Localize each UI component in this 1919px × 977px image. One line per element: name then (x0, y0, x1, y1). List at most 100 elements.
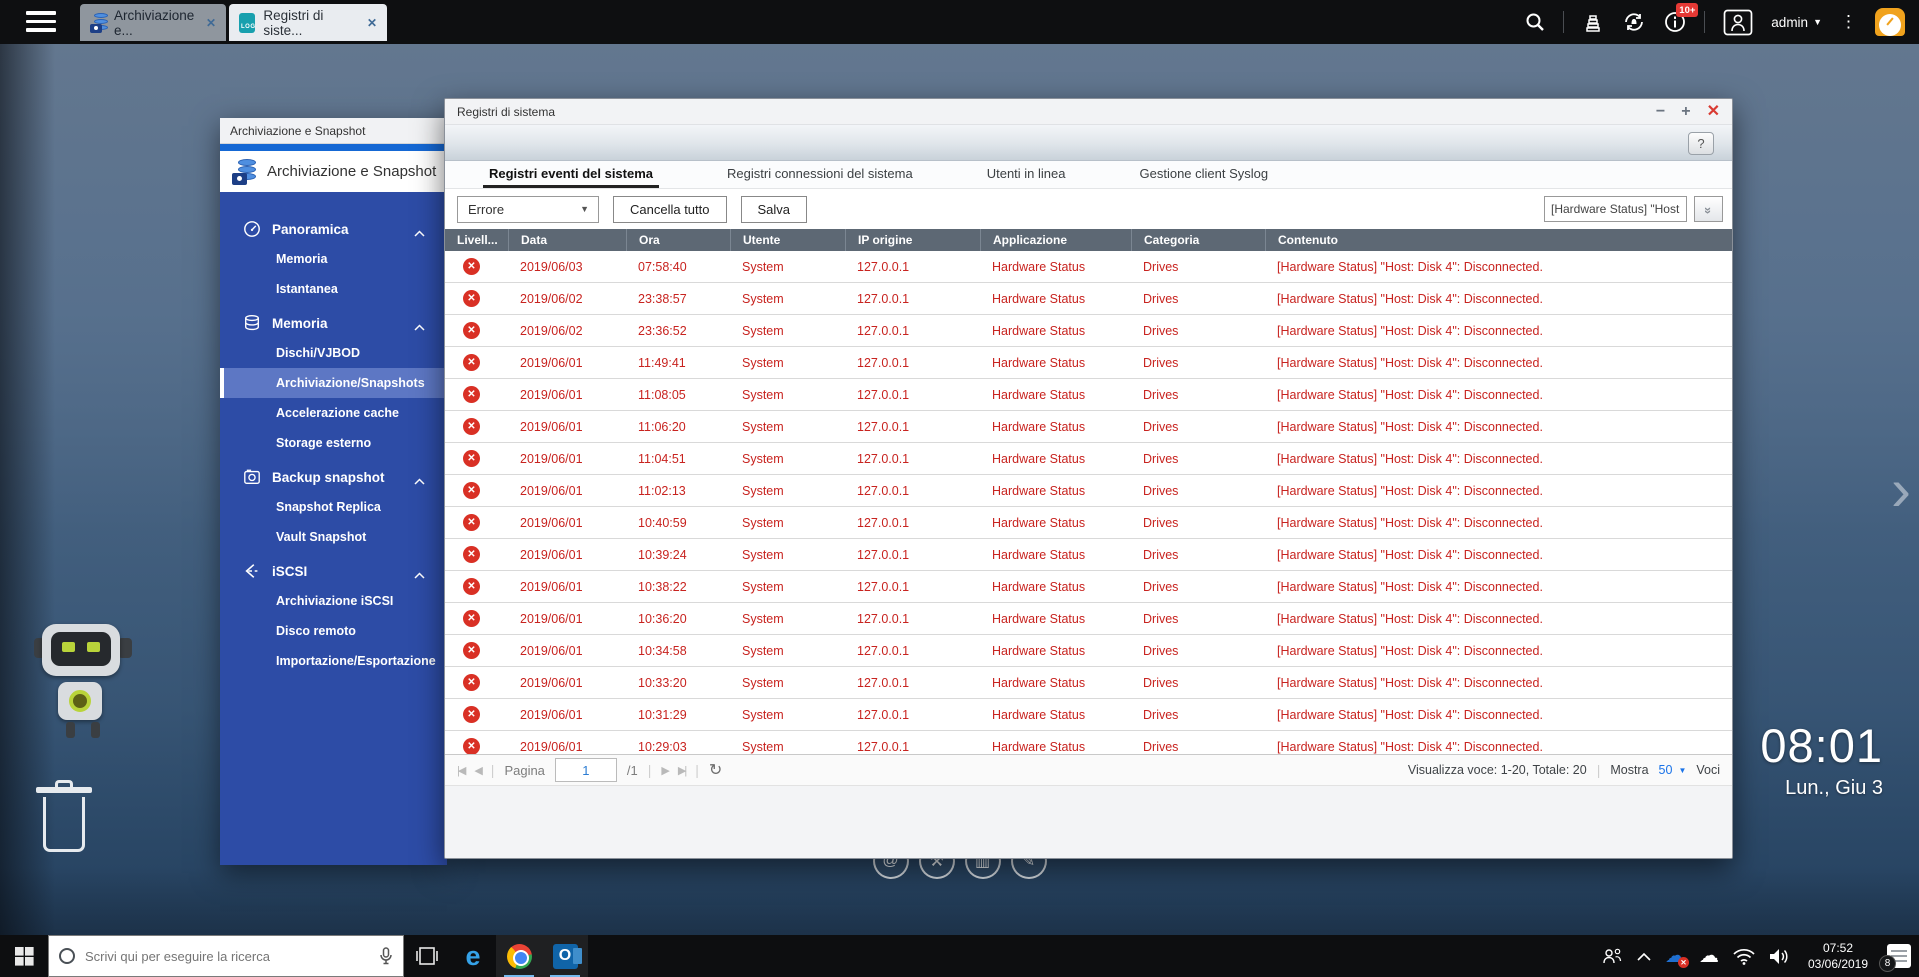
sidebar-item-archiviazione-snapshots[interactable]: Archiviazione/Snapshots (220, 368, 447, 398)
table-row[interactable]: ✕ 2019/06/01 10:36:20 System 127.0.0.1 H… (445, 603, 1732, 635)
system-logs-window: Registri di sistema − + ✕ ? Registri eve… (444, 98, 1733, 859)
volume-icon[interactable] (1769, 948, 1789, 965)
close-icon[interactable]: ✕ (367, 16, 377, 30)
refresh-icon[interactable]: ↻ (709, 760, 722, 780)
edge-browser-icon[interactable]: e (450, 935, 496, 977)
sidebar-item-disco-remoto[interactable]: Disco remoto (220, 616, 447, 646)
tab-registri[interactable]: LOG Registri di siste... ✕ (229, 4, 387, 41)
people-icon[interactable] (1601, 947, 1623, 965)
save-button[interactable]: Salva (741, 196, 808, 223)
table-row[interactable]: ✕ 2019/06/01 11:08:05 System 127.0.0.1 H… (445, 379, 1732, 411)
search-icon[interactable] (1525, 12, 1545, 32)
table-row[interactable]: ✕ 2019/06/01 10:31:29 System 127.0.0.1 H… (445, 699, 1732, 731)
maximize-icon[interactable]: + (1681, 104, 1690, 120)
table-row[interactable]: ✕ 2019/06/01 10:34:58 System 127.0.0.1 H… (445, 635, 1732, 667)
log-search-input[interactable] (1544, 196, 1687, 222)
tab-registri-connessioni[interactable]: Registri connessioni del sistema (721, 166, 919, 188)
sidebar-item-memoria[interactable]: Memoria (220, 244, 447, 274)
close-icon[interactable]: ✕ (1707, 104, 1720, 120)
more-options-icon[interactable]: ⋮ (1840, 12, 1857, 32)
tray-expand-chevron-icon[interactable] (1637, 952, 1651, 961)
sidebar-item-vault-snapshot[interactable]: Vault Snapshot (220, 522, 447, 552)
table-row[interactable]: ✕ 2019/06/01 11:49:41 System 127.0.0.1 H… (445, 347, 1732, 379)
sidebar-item-backup-snapshot[interactable]: Backup snapshot (220, 462, 447, 492)
windows-search-input[interactable] (85, 949, 369, 964)
sidebar-item-panoramica[interactable]: Panoramica (220, 214, 447, 244)
table-row[interactable]: ✕ 2019/06/01 11:02:13 System 127.0.0.1 H… (445, 475, 1732, 507)
close-icon[interactable]: ✕ (206, 16, 216, 30)
next-desktop-page-arrow[interactable]: › (1891, 455, 1911, 524)
error-level-icon: ✕ (463, 578, 480, 595)
user-avatar-icon[interactable] (1723, 9, 1753, 36)
sidebar-item-accelerazione-cache[interactable]: Accelerazione cache (220, 398, 447, 428)
tab-gestione-syslog[interactable]: Gestione client Syslog (1134, 166, 1275, 188)
chrome-glyph (507, 944, 532, 969)
table-row[interactable]: ✕ 2019/06/01 10:38:22 System 127.0.0.1 H… (445, 571, 1732, 603)
col-ora[interactable]: Ora (626, 229, 730, 251)
table-row[interactable]: ✕ 2019/06/01 10:29:03 System 127.0.0.1 H… (445, 731, 1732, 754)
chevron-up-icon (414, 567, 425, 582)
prev-page-icon[interactable]: ◀ (474, 764, 480, 777)
tray-clock[interactable]: 07:52 03/06/2019 (1803, 940, 1873, 972)
table-row[interactable]: ✕ 2019/06/01 11:04:51 System 127.0.0.1 H… (445, 443, 1732, 475)
window-titlebar[interactable]: Registri di sistema − + ✕ (445, 99, 1732, 125)
main-menu-icon[interactable] (26, 11, 56, 33)
table-row[interactable]: ✕ 2019/06/02 23:36:52 System 127.0.0.1 H… (445, 315, 1732, 347)
tab-label: Registri di siste... (263, 8, 357, 38)
event-notifications-icon[interactable] (1622, 10, 1646, 34)
sidebar-item-dischi-vjbod[interactable]: Dischi/VJBOD (220, 338, 447, 368)
system-info-icon[interactable]: 10+ (1664, 11, 1686, 33)
start-button[interactable] (0, 935, 48, 977)
table-row[interactable]: ✕ 2019/06/01 10:33:20 System 127.0.0.1 H… (445, 667, 1732, 699)
windows-search-box[interactable] (48, 935, 404, 977)
onedrive-icon[interactable]: ☁ (1699, 946, 1719, 966)
user-menu[interactable]: admin ▼ (1771, 15, 1822, 30)
task-view-button[interactable] (404, 935, 450, 977)
next-page-icon[interactable]: ▶ (661, 764, 667, 777)
col-applicazione[interactable]: Applicazione (980, 229, 1131, 251)
col-utente[interactable]: Utente (730, 229, 845, 251)
sidebar-item-snapshot-replica[interactable]: Snapshot Replica (220, 492, 447, 522)
chrome-browser-icon[interactable] (496, 935, 542, 977)
tab-archiviazione[interactable]: Archiviazione e... ✕ (80, 4, 226, 41)
help-button[interactable]: ? (1688, 132, 1714, 155)
action-center-icon[interactable]: 8 (1887, 944, 1911, 968)
onedrive-error-icon[interactable]: ☁✕ (1665, 946, 1685, 966)
col-categoria[interactable]: Categoria (1131, 229, 1265, 251)
last-page-icon[interactable]: ▶| (678, 764, 685, 777)
clear-all-button[interactable]: Cancella tutto (613, 196, 727, 223)
tab-registri-eventi[interactable]: Registri eventi del sistema (483, 166, 659, 188)
chevron-up-icon (414, 319, 425, 334)
col-contenuto[interactable]: Contenuto (1265, 229, 1732, 251)
table-row[interactable]: ✕ 2019/06/01 10:39:24 System 127.0.0.1 H… (445, 539, 1732, 571)
col-livello[interactable]: Livell... (445, 229, 508, 251)
sidebar-item-istantanea[interactable]: Istantanea (220, 274, 447, 304)
error-level-icon: ✕ (463, 290, 480, 307)
table-row[interactable]: ✕ 2019/06/01 10:40:59 System 127.0.0.1 H… (445, 507, 1732, 539)
table-row[interactable]: ✕ 2019/06/01 11:06:20 System 127.0.0.1 H… (445, 411, 1732, 443)
sidebar-item-storage-esterno[interactable]: Storage esterno (220, 428, 447, 458)
minimize-icon[interactable]: − (1656, 104, 1665, 120)
window-titlebar[interactable]: Archiviazione e Snapshot (220, 118, 447, 144)
error-level-icon: ✕ (463, 546, 480, 563)
page-size-select[interactable]: 50 ▼ (1659, 763, 1687, 777)
sidebar-item-memoria[interactable]: Memoria (220, 308, 447, 338)
table-row[interactable]: ✕ 2019/06/03 07:58:40 System 127.0.0.1 H… (445, 251, 1732, 283)
first-page-icon[interactable]: |◀ (457, 764, 464, 777)
sidebar-item-archiviazione-iscsi[interactable]: Archiviazione iSCSI (220, 586, 447, 616)
table-row[interactable]: ✕ 2019/06/02 23:38:57 System 127.0.0.1 H… (445, 283, 1732, 315)
resource-monitor-icon[interactable] (1875, 8, 1905, 36)
window-title: Archiviazione e Snapshot (230, 124, 365, 138)
wifi-icon[interactable] (1733, 948, 1755, 965)
background-tasks-icon[interactable] (1582, 11, 1604, 33)
tab-utenti-in-linea[interactable]: Utenti in linea (981, 166, 1072, 188)
col-data[interactable]: Data (508, 229, 626, 251)
outlook-icon[interactable]: O (542, 935, 588, 977)
page-number-input[interactable] (555, 758, 617, 782)
sidebar-item-iscsi[interactable]: iSCSI (220, 556, 447, 586)
sidebar-item-importazione-esportazione[interactable]: Importazione/Esportazione (220, 646, 447, 676)
advanced-search-icon[interactable]: » (1694, 196, 1723, 222)
microphone-icon[interactable] (379, 947, 393, 965)
level-filter-select[interactable]: Errore ▼ (457, 196, 599, 223)
col-ip[interactable]: IP origine (845, 229, 980, 251)
